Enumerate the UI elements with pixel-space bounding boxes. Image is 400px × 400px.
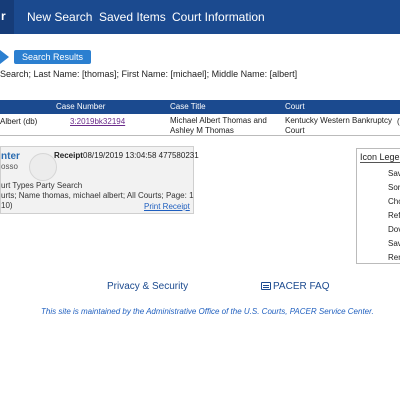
- site-maintained-notice: This site is maintained by the Administr…: [41, 307, 374, 316]
- case-title-cell: Michael Albert Thomas and Ashley M Thoma…: [170, 116, 267, 135]
- logo-text: r: [1, 9, 6, 23]
- receipt-line: osso: [1, 162, 18, 171]
- breadcrumb-arrow-icon: [0, 50, 9, 64]
- court-cell: Kentucky Western Bankruptcy Court: [285, 116, 393, 135]
- receipt-label: Receipt: [54, 151, 83, 160]
- receipt-timestamp: 08/19/2019 13:04:58 477580231: [83, 151, 199, 160]
- receipt-line: 10): [1, 201, 13, 210]
- legend-item: Refi: [388, 211, 400, 220]
- truncated-cell: (: [397, 117, 400, 126]
- legend-item: Sav: [388, 169, 400, 178]
- icon-legend-title: Icon Legend: [360, 152, 400, 163]
- receipt-line: urt Types Party Search: [1, 181, 83, 190]
- breadcrumb-search-results[interactable]: Search Results: [14, 50, 92, 64]
- legend-item: Sor: [388, 183, 400, 192]
- privacy-security-link[interactable]: Privacy & Security: [107, 281, 188, 292]
- pacer-faq-link[interactable]: PACER FAQ: [273, 281, 330, 292]
- party-name-cell: Albert (db): [0, 117, 38, 126]
- search-criteria-text: Search; Last Name: [thomas]; First Name:…: [0, 69, 298, 79]
- icon-legend-panel: Icon Legend Sav Sor Cho Refi Dov Sav Ren: [356, 148, 400, 264]
- receipt-line: urts; Name thomas, michael albert; All C…: [1, 191, 194, 200]
- faq-document-icon: [261, 282, 271, 290]
- legend-item: Cho: [388, 197, 400, 206]
- column-header-case-title[interactable]: Case Title: [170, 102, 206, 111]
- legend-item: Sav: [388, 239, 400, 248]
- receipt-title: nter: [1, 151, 20, 162]
- nav-saved-items[interactable]: Saved Items: [99, 10, 166, 24]
- legend-item: Ren: [388, 253, 400, 262]
- pacer-logo[interactable]: r: [0, 0, 14, 34]
- print-receipt-link[interactable]: Print Receipt: [144, 202, 190, 211]
- nav-court-information[interactable]: Court Information: [172, 10, 265, 24]
- column-header-court[interactable]: Court: [285, 102, 305, 111]
- nav-new-search[interactable]: New Search: [27, 10, 92, 24]
- results-table-header: Case Number Case Title Court: [0, 100, 400, 114]
- pacer-seal-watermark: [29, 153, 57, 181]
- top-navigation-bar: r New Search Saved Items Court Informati…: [0, 0, 400, 34]
- case-number-link[interactable]: 3:2019bk32194: [70, 117, 125, 127]
- column-header-case-number[interactable]: Case Number: [56, 102, 105, 111]
- transaction-receipt-box: nter Receipt 08/19/2019 13:04:58 4775802…: [0, 146, 199, 214]
- table-row: Albert (db) 3:2019bk32194 Michael Albert…: [0, 114, 400, 136]
- legend-item: Dov: [388, 225, 400, 234]
